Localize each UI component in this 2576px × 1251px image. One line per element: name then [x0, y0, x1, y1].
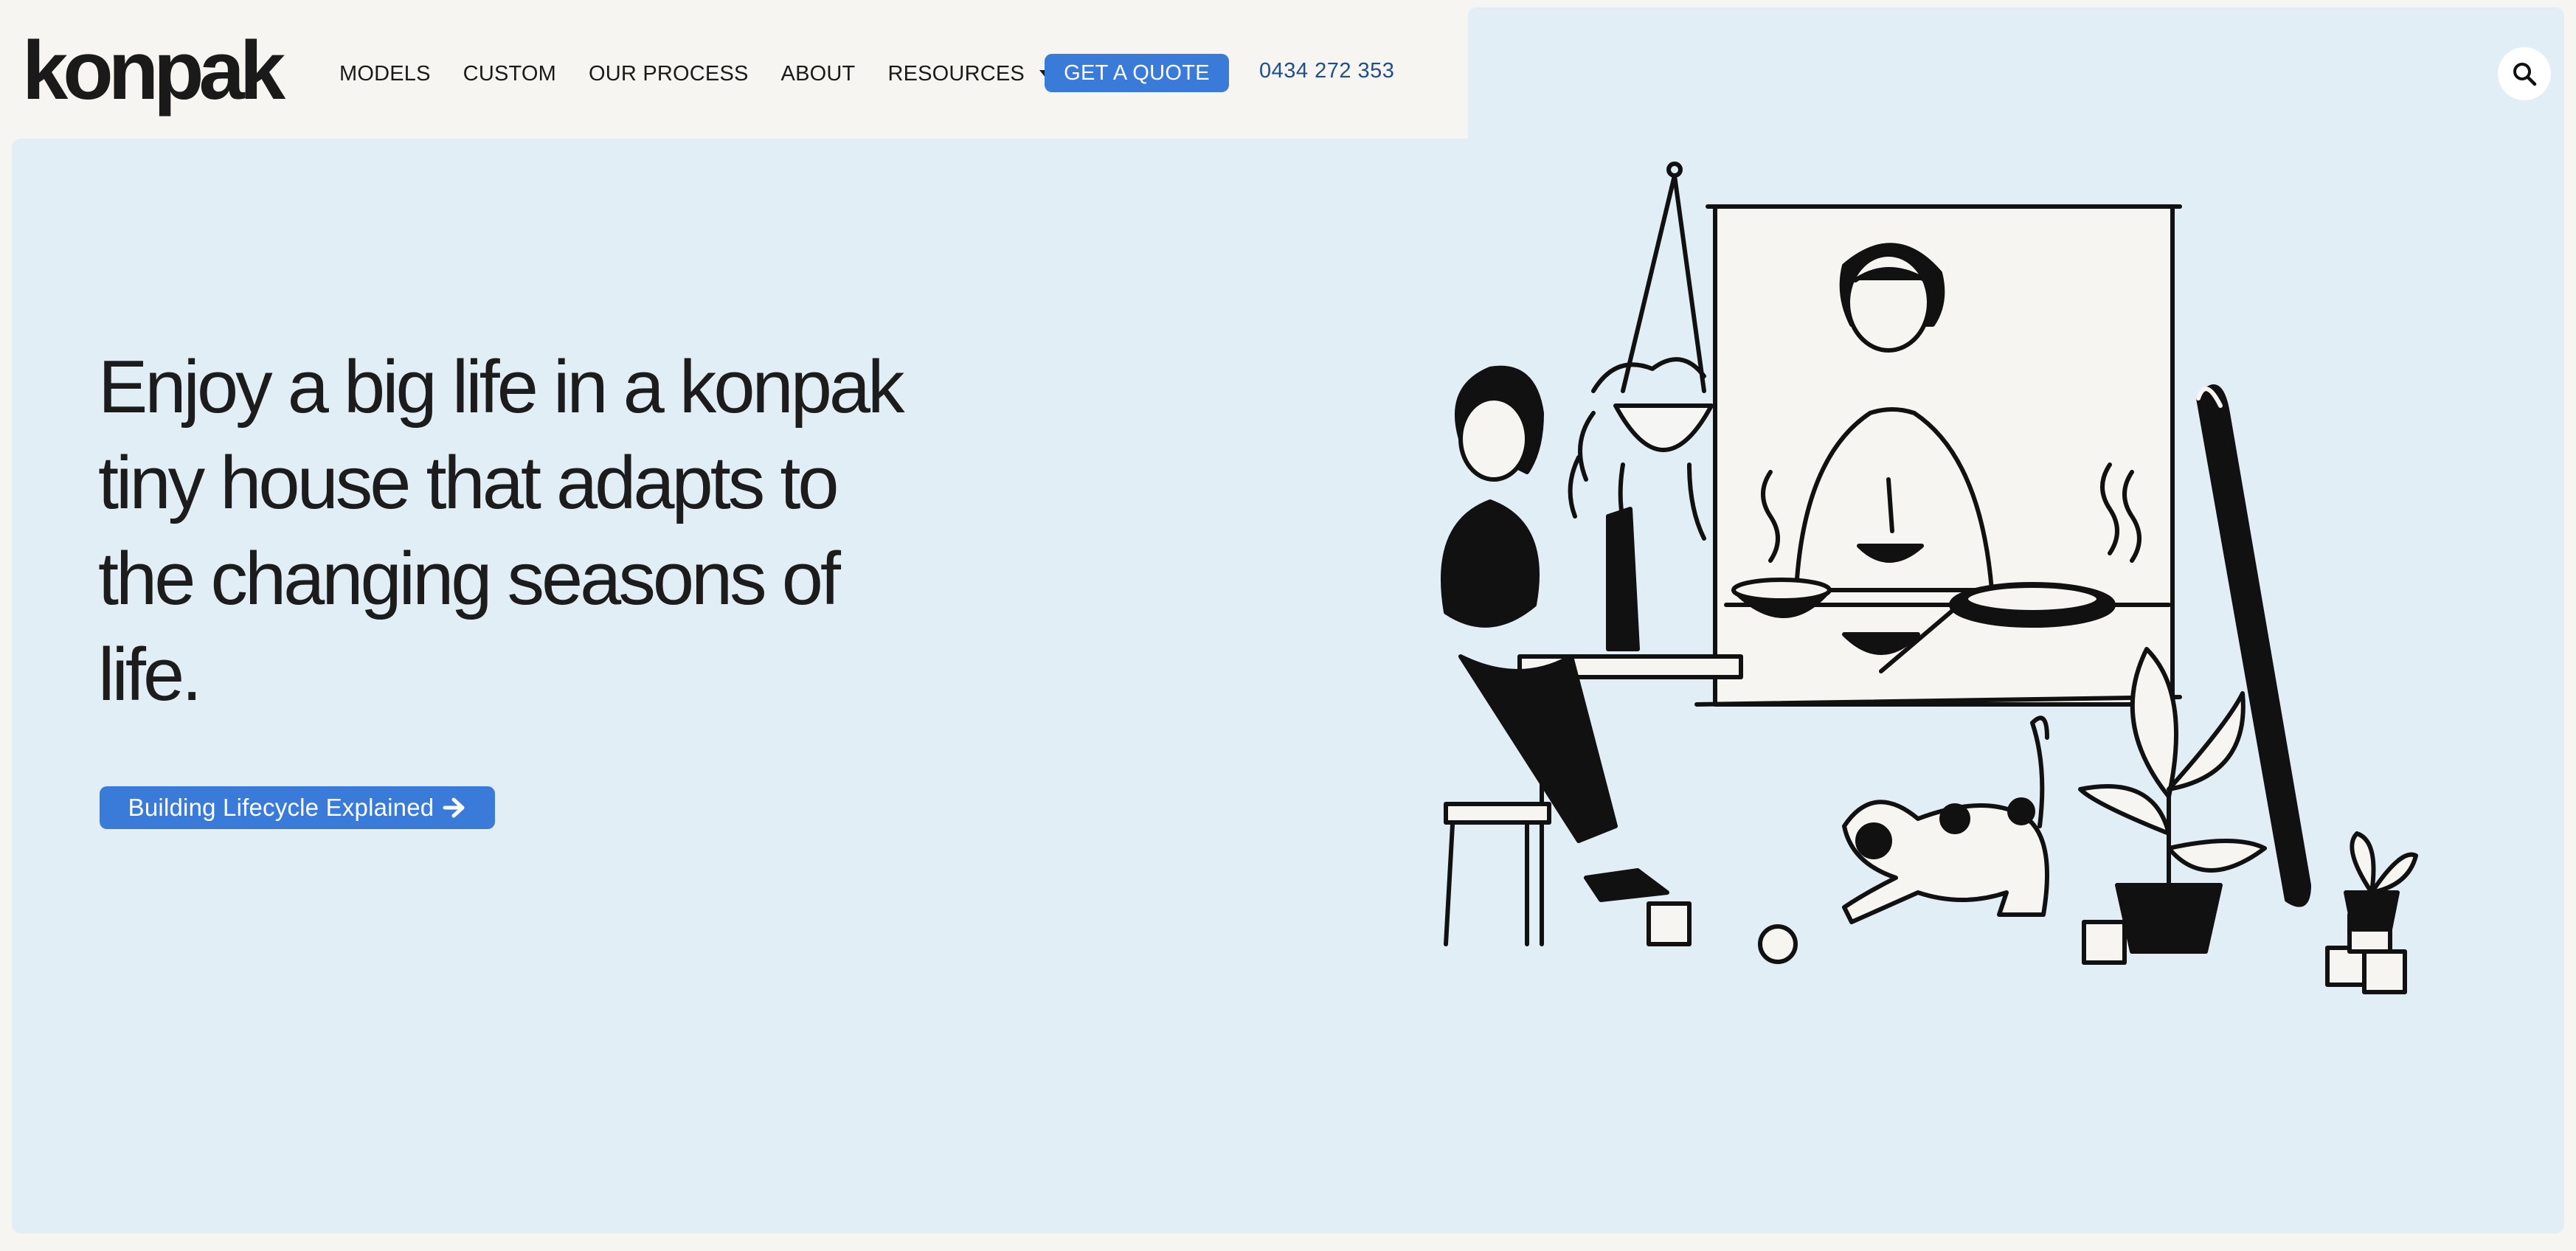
nav-item-our-process[interactable]: OUR PROCESS: [589, 62, 749, 86]
hero-top-extension: [1468, 7, 2564, 155]
tiny-house-lifestyle-illustration: [1441, 162, 2418, 994]
search-icon: [2513, 63, 2537, 86]
logo[interactable]: konpak: [22, 19, 285, 122]
headline-line: life.: [98, 634, 202, 716]
nav-item-resources-label: RESOURCES: [887, 61, 1025, 86]
headline-line: tiny house that adapts to: [98, 442, 839, 524]
nav-item-resources[interactable]: RESOURCES: [887, 62, 1053, 86]
nav-item-about[interactable]: ABOUT: [781, 62, 856, 86]
hero-headline: Enjoy a big life in a konpak tiny house …: [98, 339, 983, 723]
site-header: konpak MODELS CUSTOM OUR PROCESS ABOUT R…: [0, 0, 1468, 139]
nav-item-custom[interactable]: CUSTOM: [463, 62, 556, 86]
building-lifecycle-button[interactable]: Building Lifecycle Explained: [100, 786, 495, 829]
headline-line: the changing seasons of: [98, 538, 841, 620]
main-nav: MODELS CUSTOM OUR PROCESS ABOUT RESOURCE…: [339, 52, 1085, 96]
search-button[interactable]: [2498, 47, 2551, 100]
nav-item-models[interactable]: MODELS: [339, 62, 431, 86]
arrow-right-icon: [443, 797, 466, 818]
headline-line: Enjoy a big life in a konpak: [98, 346, 905, 429]
get-quote-button[interactable]: GET A QUOTE: [1045, 54, 1229, 92]
phone-link[interactable]: 0434 272 353: [1259, 59, 1394, 83]
cta-label: Building Lifecycle Explained: [128, 794, 434, 821]
